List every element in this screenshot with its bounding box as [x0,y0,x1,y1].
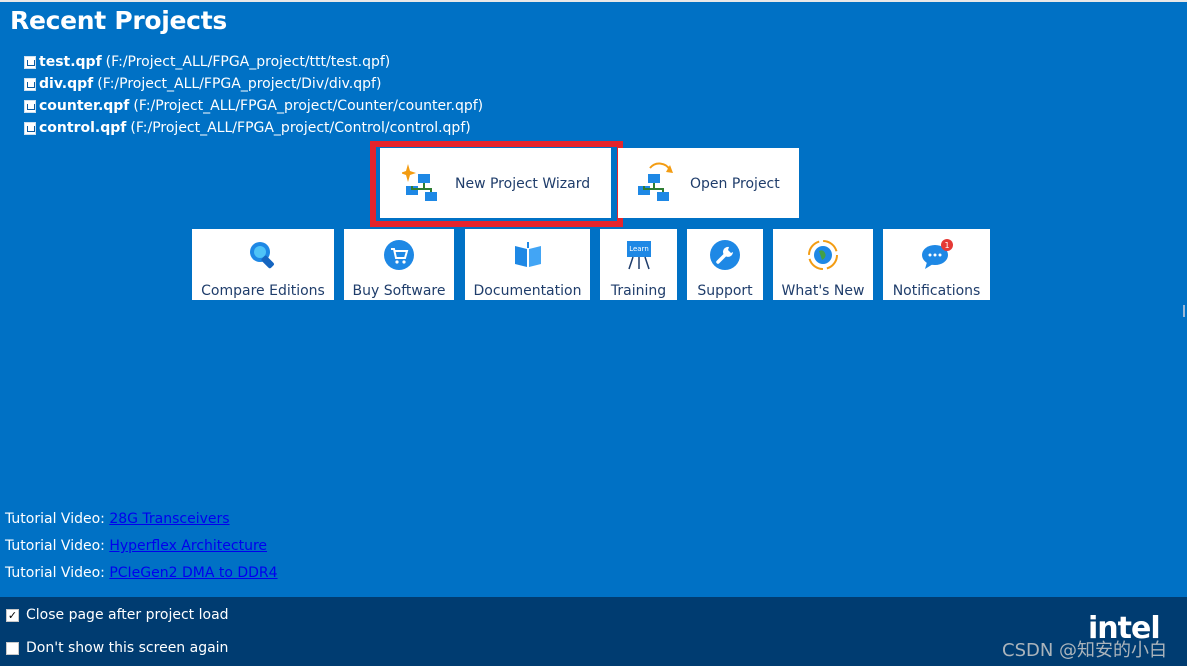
compare-editions-icon [250,242,274,269]
scroll-indicator[interactable] [1183,305,1185,317]
support-button[interactable]: Support [687,229,763,300]
open-project-label: Open Project [690,176,780,192]
recent-project-item[interactable]: div.qpf (F:/Project_ALL/FPGA_project/Div… [24,73,483,95]
shopping-cart-icon [384,240,414,270]
book-icon [514,242,541,267]
training-board-text: Learn [629,245,649,253]
documentation-label: Documentation [473,283,582,299]
recent-project-item[interactable]: control.qpf (F:/Project_ALL/FPGA_project… [24,117,483,139]
notifications-label: Notifications [892,283,981,299]
recent-projects-list: test.qpf (F:/Project_ALL/FPGA_project/tt… [24,51,483,139]
project-path: (F:/Project_ALL/FPGA_project/ttt/test.qp… [105,54,391,70]
buy-software-button[interactable]: Buy Software [344,229,454,300]
project-file-icon [24,55,36,69]
tutorial-label: Tutorial Video: [5,538,105,554]
recent-project-item[interactable]: counter.qpf (F:/Project_ALL/FPGA_project… [24,95,483,117]
tutorial-link[interactable]: 28G Transceivers [109,511,229,527]
notifications-button[interactable]: 1 Notifications [883,229,990,300]
training-label: Training [610,283,667,299]
tutorial-label: Tutorial Video: [5,565,105,581]
project-path: (F:/Project_ALL/FPGA_project/Counter/cou… [133,98,484,114]
support-label: Support [697,283,753,299]
training-button[interactable]: Learn Training [600,229,677,300]
compare-editions-button[interactable]: Compare Editions [192,229,334,300]
project-name[interactable]: test.qpf [39,54,102,70]
whats-new-label: What's New [781,283,865,299]
dont-show-again-checkbox[interactable] [6,641,19,655]
project-name[interactable]: counter.qpf [39,98,129,114]
whats-new-button[interactable]: What's New [773,229,873,300]
window-top-border [0,0,1187,2]
highlight-annotation-box [370,141,623,227]
csdn-watermark: CSDN @知安的小白 [1002,640,1168,661]
close-after-load-label: Close page after project load [26,607,229,623]
close-after-load-checkbox[interactable]: ✓ [6,608,19,622]
tutorial-videos: Tutorial Video: 28G Transceivers Tutoria… [5,511,278,592]
project-file-icon [24,77,36,91]
wrench-icon [710,240,740,270]
dont-show-again-label: Don't show this screen again [26,640,229,656]
close-after-load-option[interactable]: ✓ Close page after project load [6,607,229,623]
project-name[interactable]: control.qpf [39,120,126,136]
tutorial-row: Tutorial Video: 28G Transceivers [5,511,278,538]
chat-bubble-icon: 1 [921,239,953,269]
project-path: (F:/Project_ALL/FPGA_project/Control/con… [130,120,471,136]
tutorial-label: Tutorial Video: [5,511,105,527]
open-project-button[interactable]: Open Project [618,148,799,218]
page-title: Recent Projects [10,6,227,35]
notifications-badge: 1 [944,241,949,250]
project-file-icon [24,99,36,113]
recent-project-item[interactable]: test.qpf (F:/Project_ALL/FPGA_project/tt… [24,51,483,73]
documentation-button[interactable]: Documentation [465,229,590,300]
dont-show-again-option[interactable]: Don't show this screen again [6,640,228,656]
tutorial-row: Tutorial Video: Hyperflex Architecture [5,538,278,565]
tutorial-link[interactable]: PCIeGen2 DMA to DDR4 [109,565,277,581]
training-board-icon: Learn [626,241,651,270]
project-file-icon [24,121,36,135]
buy-software-label: Buy Software [352,283,446,299]
globe-refresh-icon [808,240,838,270]
project-name[interactable]: div.qpf [39,76,93,92]
compare-editions-label: Compare Editions [201,283,325,299]
project-path: (F:/Project_ALL/FPGA_project/Div/div.qpf… [97,76,382,92]
tutorial-link[interactable]: Hyperflex Architecture [109,538,267,554]
tutorial-row: Tutorial Video: PCIeGen2 DMA to DDR4 [5,565,278,592]
open-project-icon [638,162,673,201]
